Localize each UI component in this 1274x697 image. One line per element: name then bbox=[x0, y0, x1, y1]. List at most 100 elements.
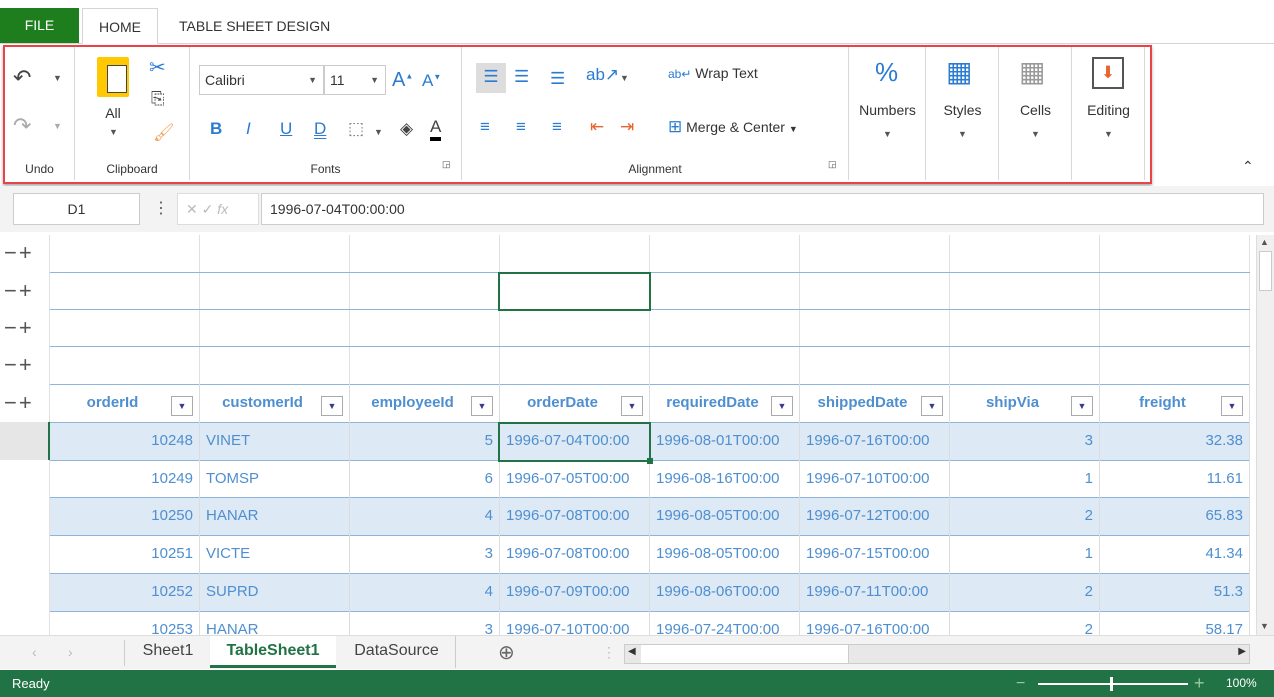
column-header-shipVia[interactable]: shipVia ▼ bbox=[950, 384, 1100, 422]
group-toggle[interactable]: −+ bbox=[0, 273, 50, 309]
cut-icon[interactable]: ✂ bbox=[149, 55, 166, 80]
zoom-slider[interactable] bbox=[1038, 677, 1188, 691]
undo-icon[interactable]: ↶ bbox=[13, 65, 31, 91]
column-header-requiredDate[interactable]: requiredDate ▼ bbox=[650, 384, 800, 422]
group-toggle[interactable]: −+ bbox=[0, 310, 50, 346]
cell-customerId[interactable]: VICTE bbox=[200, 535, 350, 573]
align-left-icon[interactable]: ≡ bbox=[480, 117, 490, 137]
filter-dropdown-icon[interactable]: ▼ bbox=[771, 396, 793, 416]
cell-orderDate[interactable]: 1996-07-10T00:00 bbox=[500, 611, 650, 635]
filter-dropdown-icon[interactable]: ▼ bbox=[921, 396, 943, 416]
vertical-scroll-thumb[interactable] bbox=[1259, 251, 1272, 291]
group-toggle[interactable]: −+ bbox=[0, 235, 50, 271]
fill-color-icon[interactable]: ◈ bbox=[400, 119, 413, 139]
cell-customerId[interactable]: VINET bbox=[200, 422, 350, 460]
column-header-shippedDate[interactable]: shippedDate ▼ bbox=[800, 384, 950, 422]
scroll-right-icon[interactable]: ▶ bbox=[1238, 646, 1246, 657]
tab-file[interactable]: FILE bbox=[0, 8, 79, 43]
cell-shippedDate[interactable]: 1996-07-16T00:00 bbox=[800, 422, 950, 460]
cell-shippedDate[interactable]: 1996-07-11T00:00 bbox=[800, 573, 950, 611]
cell-requiredDate[interactable]: 1996-07-24T00:00 bbox=[650, 611, 800, 635]
splitter-handle[interactable]: ⋮ bbox=[602, 644, 616, 661]
cell-employeeId[interactable]: 6 bbox=[350, 460, 500, 498]
zoom-slider-thumb[interactable] bbox=[1110, 677, 1113, 691]
cell-requiredDate[interactable]: 1996-08-06T00:00 bbox=[650, 573, 800, 611]
borders-dropdown-icon[interactable]: ▼ bbox=[374, 127, 383, 137]
cell-orderId[interactable]: 10249 bbox=[50, 460, 200, 498]
paste-dropdown-icon[interactable]: ▼ bbox=[109, 127, 118, 137]
paste-all-button[interactable]: All bbox=[93, 105, 133, 121]
add-sheet-icon[interactable]: ⊕ bbox=[498, 640, 515, 665]
cell-shipVia[interactable]: 2 bbox=[950, 611, 1100, 635]
filter-dropdown-icon[interactable]: ▼ bbox=[621, 396, 643, 416]
cell-shipVia[interactable]: 2 bbox=[950, 573, 1100, 611]
cell-freight[interactable]: 41.34 bbox=[1100, 535, 1250, 573]
row-header-selected[interactable] bbox=[0, 422, 50, 460]
increase-indent-icon[interactable]: ⇥ bbox=[620, 117, 634, 137]
filter-dropdown-icon[interactable]: ▼ bbox=[1071, 396, 1093, 416]
underline-button[interactable]: U bbox=[280, 119, 292, 139]
decrease-indent-icon[interactable]: ⇤ bbox=[590, 117, 604, 137]
cell-orderId[interactable]: 10251 bbox=[50, 535, 200, 573]
cell-employeeId[interactable]: 3 bbox=[350, 535, 500, 573]
next-sheet-icon[interactable]: › bbox=[68, 644, 73, 660]
cell-requiredDate[interactable]: 1996-08-05T00:00 bbox=[650, 535, 800, 573]
cell-customerId[interactable]: TOMSP bbox=[200, 460, 350, 498]
increase-font-icon[interactable]: A▲ bbox=[392, 69, 413, 92]
selected-cell-d1[interactable] bbox=[498, 272, 651, 311]
filter-dropdown-icon[interactable]: ▼ bbox=[471, 396, 493, 416]
fill-handle[interactable] bbox=[647, 458, 653, 464]
paste-icon[interactable] bbox=[97, 57, 129, 97]
cell-shippedDate[interactable]: 1996-07-10T00:00 bbox=[800, 460, 950, 498]
cell-orderId[interactable]: 10252 bbox=[50, 573, 200, 611]
sheet-tab-datasource[interactable]: DataSource bbox=[338, 636, 456, 668]
formula-input[interactable]: 1996-07-04T00:00:00 bbox=[261, 193, 1264, 225]
active-cell[interactable] bbox=[498, 422, 651, 462]
group-toggle[interactable]: −+ bbox=[0, 385, 50, 421]
name-box[interactable]: D1 bbox=[13, 193, 140, 225]
scroll-up-icon[interactable]: ▲ bbox=[1260, 237, 1269, 247]
cell-shippedDate[interactable]: 1996-07-12T00:00 bbox=[800, 497, 950, 535]
align-top-icon[interactable]: ☰ bbox=[476, 63, 506, 93]
cell-customerId[interactable]: HANAR bbox=[200, 611, 350, 635]
numbers-group[interactable]: % Numbers ▼ bbox=[849, 47, 926, 180]
filter-dropdown-icon[interactable]: ▼ bbox=[321, 396, 343, 416]
cell-orderDate[interactable]: 1996-07-09T00:00 bbox=[500, 573, 650, 611]
scroll-down-icon[interactable]: ▼ bbox=[1260, 621, 1269, 631]
column-header-orderDate[interactable]: orderDate ▼ bbox=[500, 384, 650, 422]
font-color-button[interactable]: A bbox=[430, 117, 442, 141]
redo-dropdown-icon[interactable]: ▼ bbox=[53, 121, 62, 131]
prev-sheet-icon[interactable]: ‹ bbox=[32, 644, 37, 660]
align-bottom-icon[interactable]: ☰ bbox=[550, 69, 565, 89]
align-middle-icon[interactable]: ☰ bbox=[514, 67, 529, 87]
sheet-tab-tablesheet1[interactable]: TableSheet1 bbox=[210, 636, 336, 668]
cell-shippedDate[interactable]: 1996-07-15T00:00 bbox=[800, 535, 950, 573]
more-options-icon[interactable]: ⋮ bbox=[153, 198, 169, 218]
cell-employeeId[interactable]: 4 bbox=[350, 497, 500, 535]
tab-home[interactable]: HOME bbox=[82, 8, 158, 44]
cell-shipVia[interactable]: 1 bbox=[950, 535, 1100, 573]
cell-customerId[interactable]: HANAR bbox=[200, 497, 350, 535]
column-header-customerId[interactable]: customerId ▼ bbox=[200, 384, 350, 422]
sheet-tab-sheet1[interactable]: Sheet1 bbox=[128, 636, 208, 668]
styles-group[interactable]: ▦ Styles ▼ bbox=[926, 47, 999, 180]
cell-freight[interactable]: 58.17 bbox=[1100, 611, 1250, 635]
decrease-font-icon[interactable]: A▼ bbox=[422, 71, 441, 91]
scroll-left-icon[interactable]: ◀ bbox=[628, 646, 636, 657]
cells-group[interactable]: ▦ Cells ▼ bbox=[999, 47, 1072, 180]
cell-orderId[interactable]: 10253 bbox=[50, 611, 200, 635]
cell-shipVia[interactable]: 3 bbox=[950, 422, 1100, 460]
undo-dropdown-icon[interactable]: ▼ bbox=[53, 73, 62, 83]
formula-bar-resize-handle[interactable]: ⠿⠿ bbox=[622, 235, 635, 236]
font-family-select[interactable]: Calibri ▼ bbox=[199, 65, 324, 95]
copy-icon[interactable]: ⎘ bbox=[151, 89, 165, 109]
cell-freight[interactable]: 65.83 bbox=[1100, 497, 1250, 535]
cell-orderDate[interactable]: 1996-07-05T00:00 bbox=[500, 460, 650, 498]
cell-customerId[interactable]: SUPRD bbox=[200, 573, 350, 611]
column-header-freight[interactable]: freight ▼ bbox=[1100, 384, 1250, 422]
column-header-employeeId[interactable]: employeeId ▼ bbox=[350, 384, 500, 422]
filter-dropdown-icon[interactable]: ▼ bbox=[1221, 396, 1243, 416]
column-header-orderId[interactable]: orderId ▼ bbox=[50, 384, 200, 422]
zoom-in-icon[interactable]: + bbox=[1194, 670, 1205, 697]
cell-shippedDate[interactable]: 1996-07-16T00:00 bbox=[800, 611, 950, 635]
